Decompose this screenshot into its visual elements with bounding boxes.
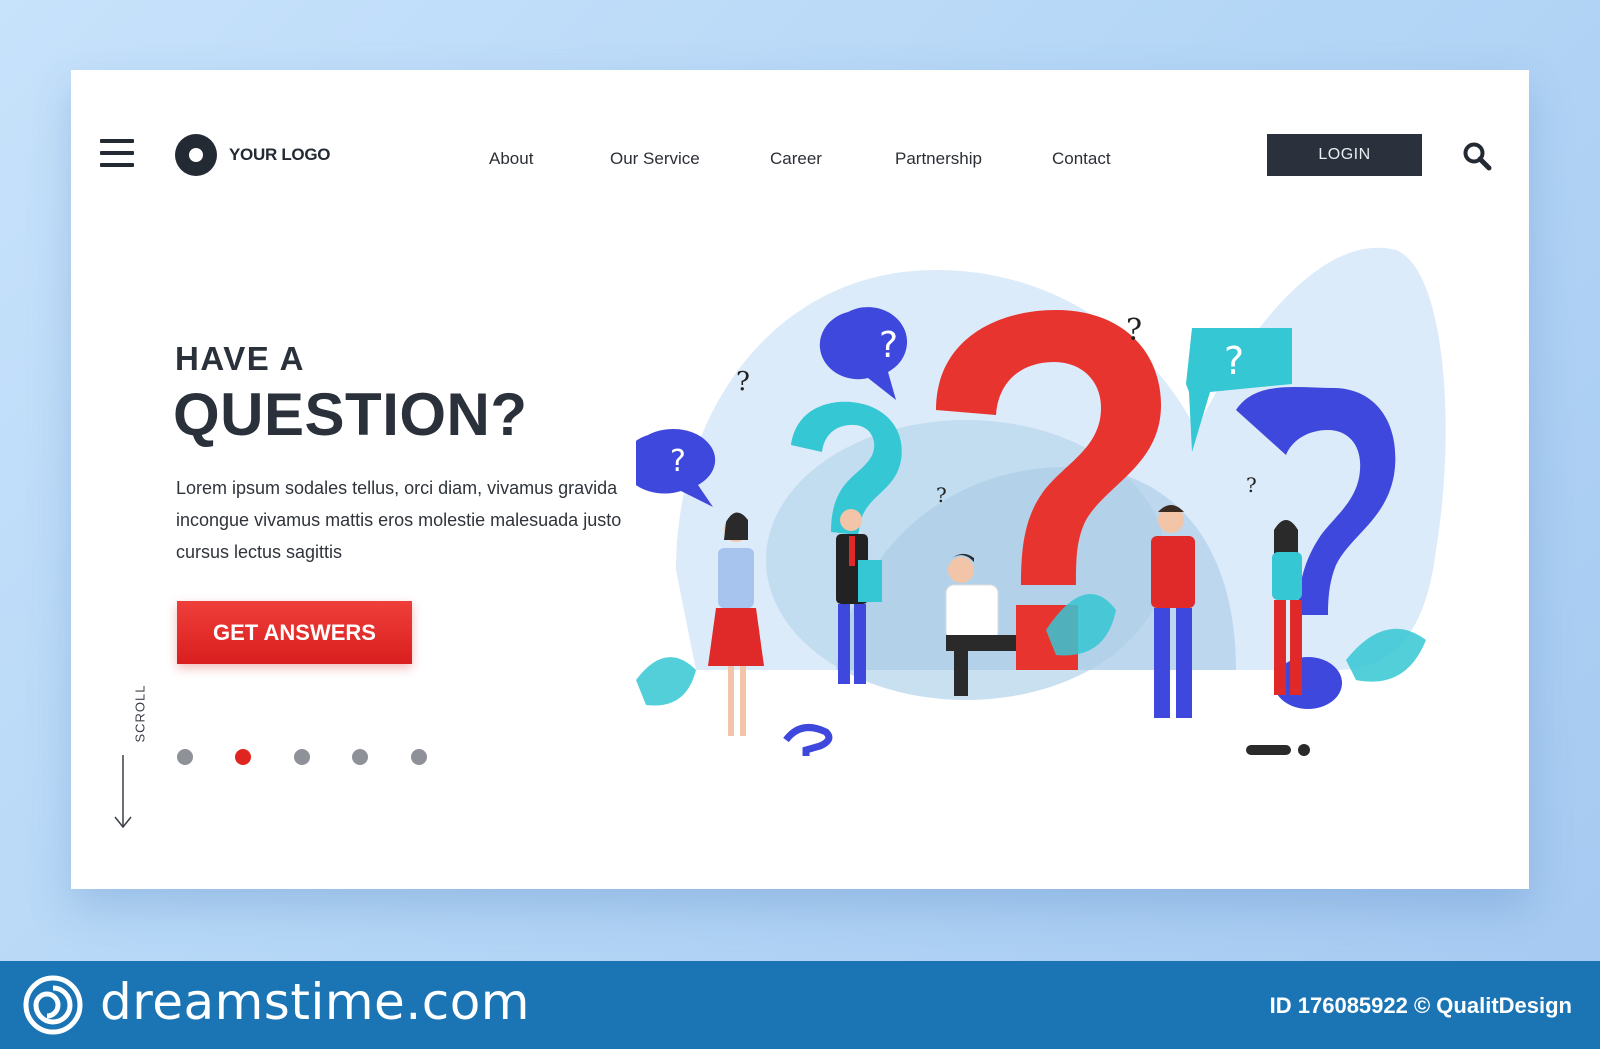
leaf-left	[636, 657, 696, 706]
pagination-dot-1[interactable]	[177, 749, 193, 765]
svg-text:?: ?	[1126, 313, 1142, 348]
scroll-label: SCROLL	[132, 684, 148, 743]
footer-bar: dreamstime.com ID 176085922 © QualitDesi…	[0, 961, 1600, 1049]
pagination-dot-3[interactable]	[294, 749, 310, 765]
nav-our-service[interactable]: Our Service	[610, 149, 700, 169]
nav-partnership[interactable]: Partnership	[895, 149, 982, 169]
footer-brand: dreamstime.com	[100, 973, 530, 1031]
search-icon[interactable]	[1462, 141, 1492, 171]
pagination-dot-4[interactable]	[352, 749, 368, 765]
hamburger-menu-icon[interactable]	[100, 139, 134, 167]
nav-career[interactable]: Career	[770, 149, 822, 169]
nav-contact[interactable]: Contact	[1052, 149, 1111, 169]
svg-text:?: ?	[936, 483, 947, 507]
question-marks-people-illustration: ? ? ? ? ? ? ?	[636, 247, 1446, 756]
svg-text:?: ?	[1246, 473, 1257, 497]
logo-text: YOUR LOGO	[229, 145, 331, 164]
hero-title: QUESTION?	[173, 381, 528, 448]
login-button[interactable]: LOGIN	[1267, 134, 1422, 176]
speech-bubble-question-glyph-3: ?	[1224, 339, 1244, 383]
logo-mark-icon	[175, 134, 217, 176]
fallen-question-mark-blue	[783, 724, 833, 756]
pagination-dot-5[interactable]	[411, 749, 427, 765]
hero-kicker: HAVE A	[175, 340, 306, 377]
svg-text:?: ?	[736, 367, 750, 397]
get-answers-button[interactable]: GET ANSWERS	[177, 601, 412, 664]
logo[interactable]: YOUR LOGO	[175, 134, 331, 176]
hero-description: Lorem ipsum sodales tellus, orci diam, v…	[176, 478, 622, 562]
speech-bubble-question-glyph: ?	[879, 325, 898, 366]
footer-credit: ID 176085922 © QualitDesign	[1269, 993, 1572, 1018]
speech-bubble-question-glyph-2: ?	[670, 444, 686, 479]
nav-about[interactable]: About	[489, 149, 533, 169]
fallen-exclamation-mark	[1246, 745, 1291, 755]
scroll-down-arrow-icon[interactable]	[113, 755, 133, 830]
dreamstime-spiral-logo-icon	[23, 975, 83, 1035]
pagination-dot-2[interactable]	[235, 749, 251, 765]
